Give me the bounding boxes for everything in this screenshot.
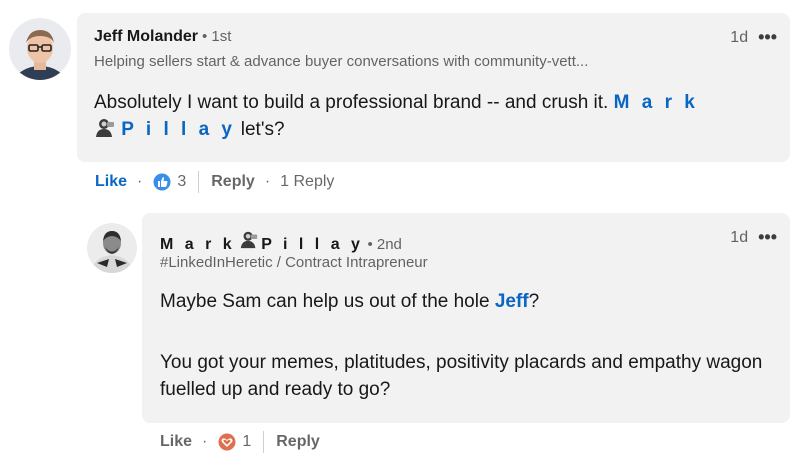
divider xyxy=(263,431,265,453)
timestamp: 1d xyxy=(730,228,749,246)
author-headline: Helping sellers start & advance buyer co… xyxy=(94,53,589,70)
heart-icon[interactable] xyxy=(217,432,237,452)
separator-dot: · xyxy=(202,433,208,450)
comment-text-part: ? xyxy=(528,291,540,312)
comment-bubble: Jeff Molander • 1st 1d ••• Helping selle… xyxy=(77,13,790,162)
author-headline: #LinkedInHeretic / Contract Intrapreneur xyxy=(160,254,428,271)
reply-button[interactable]: Reply xyxy=(276,433,320,451)
mention-link[interactable]: M a r k xyxy=(614,92,699,113)
comment-author-row: M a r k P i l l a y • 2nd xyxy=(160,229,402,254)
person-emoji-icon xyxy=(239,229,259,254)
mention-link[interactable]: Jeff xyxy=(495,291,529,312)
comment-meta: 1d ••• xyxy=(730,27,777,48)
comment-actions: Like · 3 Reply · 1 Reply xyxy=(95,171,334,193)
comment-text-part: let's? xyxy=(235,119,285,140)
replies-count-link[interactable]: 1 Reply xyxy=(280,173,334,191)
more-options-icon[interactable]: ••• xyxy=(758,27,777,48)
thumbs-up-icon[interactable] xyxy=(152,172,172,192)
comment-text: Absolutely I want to build a professiona… xyxy=(94,89,774,146)
separator-dot: · xyxy=(264,173,271,190)
profile-photo-mark xyxy=(87,223,137,273)
mention-link[interactable]: P i l l a y xyxy=(121,119,235,140)
comment-author-row: Jeff Molander • 1st xyxy=(94,28,231,46)
reaction-count[interactable]: 1 xyxy=(242,433,251,451)
author-name[interactable]: M a r k xyxy=(160,236,235,254)
profile-photo-jeff xyxy=(9,18,71,80)
divider xyxy=(198,171,200,193)
comment-actions: Like · 1 Reply xyxy=(160,431,320,453)
avatar[interactable] xyxy=(9,18,71,80)
timestamp: 1d xyxy=(730,28,749,46)
like-button[interactable]: Like xyxy=(160,433,192,451)
comment-text-part: Maybe Sam can help us out of the hole xyxy=(160,291,495,312)
connection-degree: • 1st xyxy=(202,28,232,45)
avatar[interactable] xyxy=(87,223,137,273)
comment-text-part: Absolutely I want to build a professiona… xyxy=(94,92,614,113)
reply-button[interactable]: Reply xyxy=(211,173,255,191)
like-button[interactable]: Like xyxy=(95,173,127,191)
person-emoji-icon xyxy=(94,116,116,146)
author-name[interactable]: Jeff Molander xyxy=(94,28,198,46)
comment-meta: 1d ••• xyxy=(730,227,777,248)
comment-bubble: M a r k P i l l a y • 2nd 1d ••• #Linked… xyxy=(142,213,790,423)
comment-paragraph: You got your memes, platitudes, positivi… xyxy=(160,352,763,400)
reaction-count[interactable]: 3 xyxy=(177,173,186,191)
comment-text: Maybe Sam can help us out of the hole Je… xyxy=(160,288,775,315)
more-options-icon[interactable]: ••• xyxy=(758,227,777,248)
separator-dot: · xyxy=(137,173,143,190)
connection-degree: • 2nd xyxy=(367,236,402,253)
author-name[interactable]: P i l l a y xyxy=(261,236,363,254)
